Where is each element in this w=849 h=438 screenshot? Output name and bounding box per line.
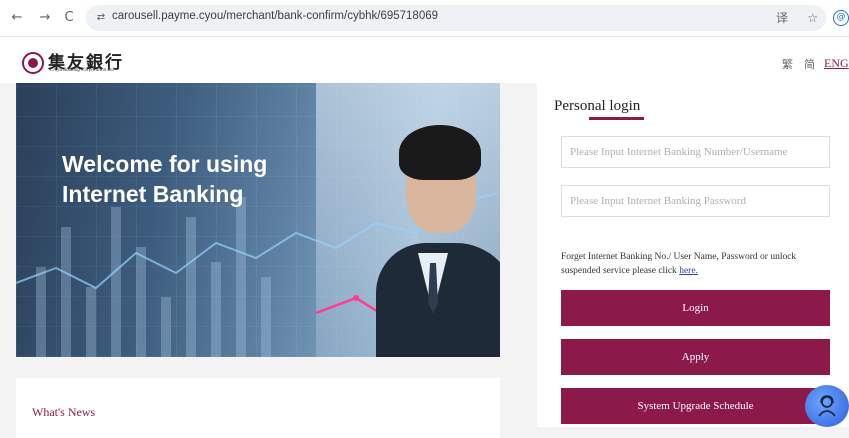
- login-button[interactable]: Login: [561, 290, 830, 326]
- url-text[interactable]: carousell.payme.cyou/merchant/bank-confi…: [112, 10, 438, 22]
- lang-traditional[interactable]: 繁: [782, 56, 793, 72]
- profile-icon[interactable]: @: [833, 10, 849, 26]
- businessman-hair: [399, 125, 481, 180]
- username-input[interactable]: [561, 136, 830, 168]
- customer-service-assistant-button[interactable]: [805, 385, 849, 427]
- news-title[interactable]: What's News: [32, 405, 95, 420]
- banner-headline-line1: Welcome for using: [62, 151, 268, 177]
- site-info-icon[interactable]: ⇄: [92, 9, 110, 27]
- forget-here-link[interactable]: here.: [679, 266, 698, 276]
- login-title-underline: [589, 117, 644, 120]
- apply-button[interactable]: Apply: [561, 339, 830, 375]
- browser-toolbar: ← → C ⇄ carousell.payme.cyou/merchant/ba…: [0, 0, 849, 37]
- bank-logo-icon[interactable]: [22, 52, 44, 74]
- translate-icon[interactable]: 译: [776, 11, 788, 25]
- lang-english[interactable]: ENG: [824, 56, 849, 71]
- forward-arrow-icon[interactable]: →: [36, 9, 54, 27]
- login-title: Personal login: [554, 98, 641, 114]
- news-section: What's News: [16, 378, 500, 438]
- back-arrow-icon[interactable]: ←: [8, 9, 26, 27]
- login-panel: Personal login Forget Internet Banking N…: [537, 83, 849, 427]
- address-bar[interactable]: ⇄ carousell.payme.cyou/merchant/bank-con…: [86, 5, 826, 31]
- forget-credentials-text: Forget Internet Banking No./ User Name, …: [561, 250, 833, 278]
- omnibox-actions: 译 ☆: [776, 9, 818, 26]
- welcome-banner: Welcome for using Internet Banking: [16, 83, 500, 357]
- password-input[interactable]: [561, 185, 830, 217]
- banner-headline: Welcome for using Internet Banking: [62, 149, 267, 209]
- brand-name-english: Chiyu Banking Corporation Ltd: [50, 68, 115, 73]
- system-upgrade-schedule-button[interactable]: System Upgrade Schedule: [561, 388, 830, 424]
- lang-simplified[interactable]: 简: [804, 56, 815, 72]
- support-agent-icon: [818, 395, 836, 417]
- reload-icon[interactable]: C: [60, 9, 78, 27]
- site-header: 集友銀行 Chiyu Banking Corporation Ltd 繁 简 E…: [0, 37, 849, 83]
- banner-headline-line2: Internet Banking: [62, 181, 244, 207]
- bookmark-star-icon[interactable]: ☆: [807, 11, 818, 25]
